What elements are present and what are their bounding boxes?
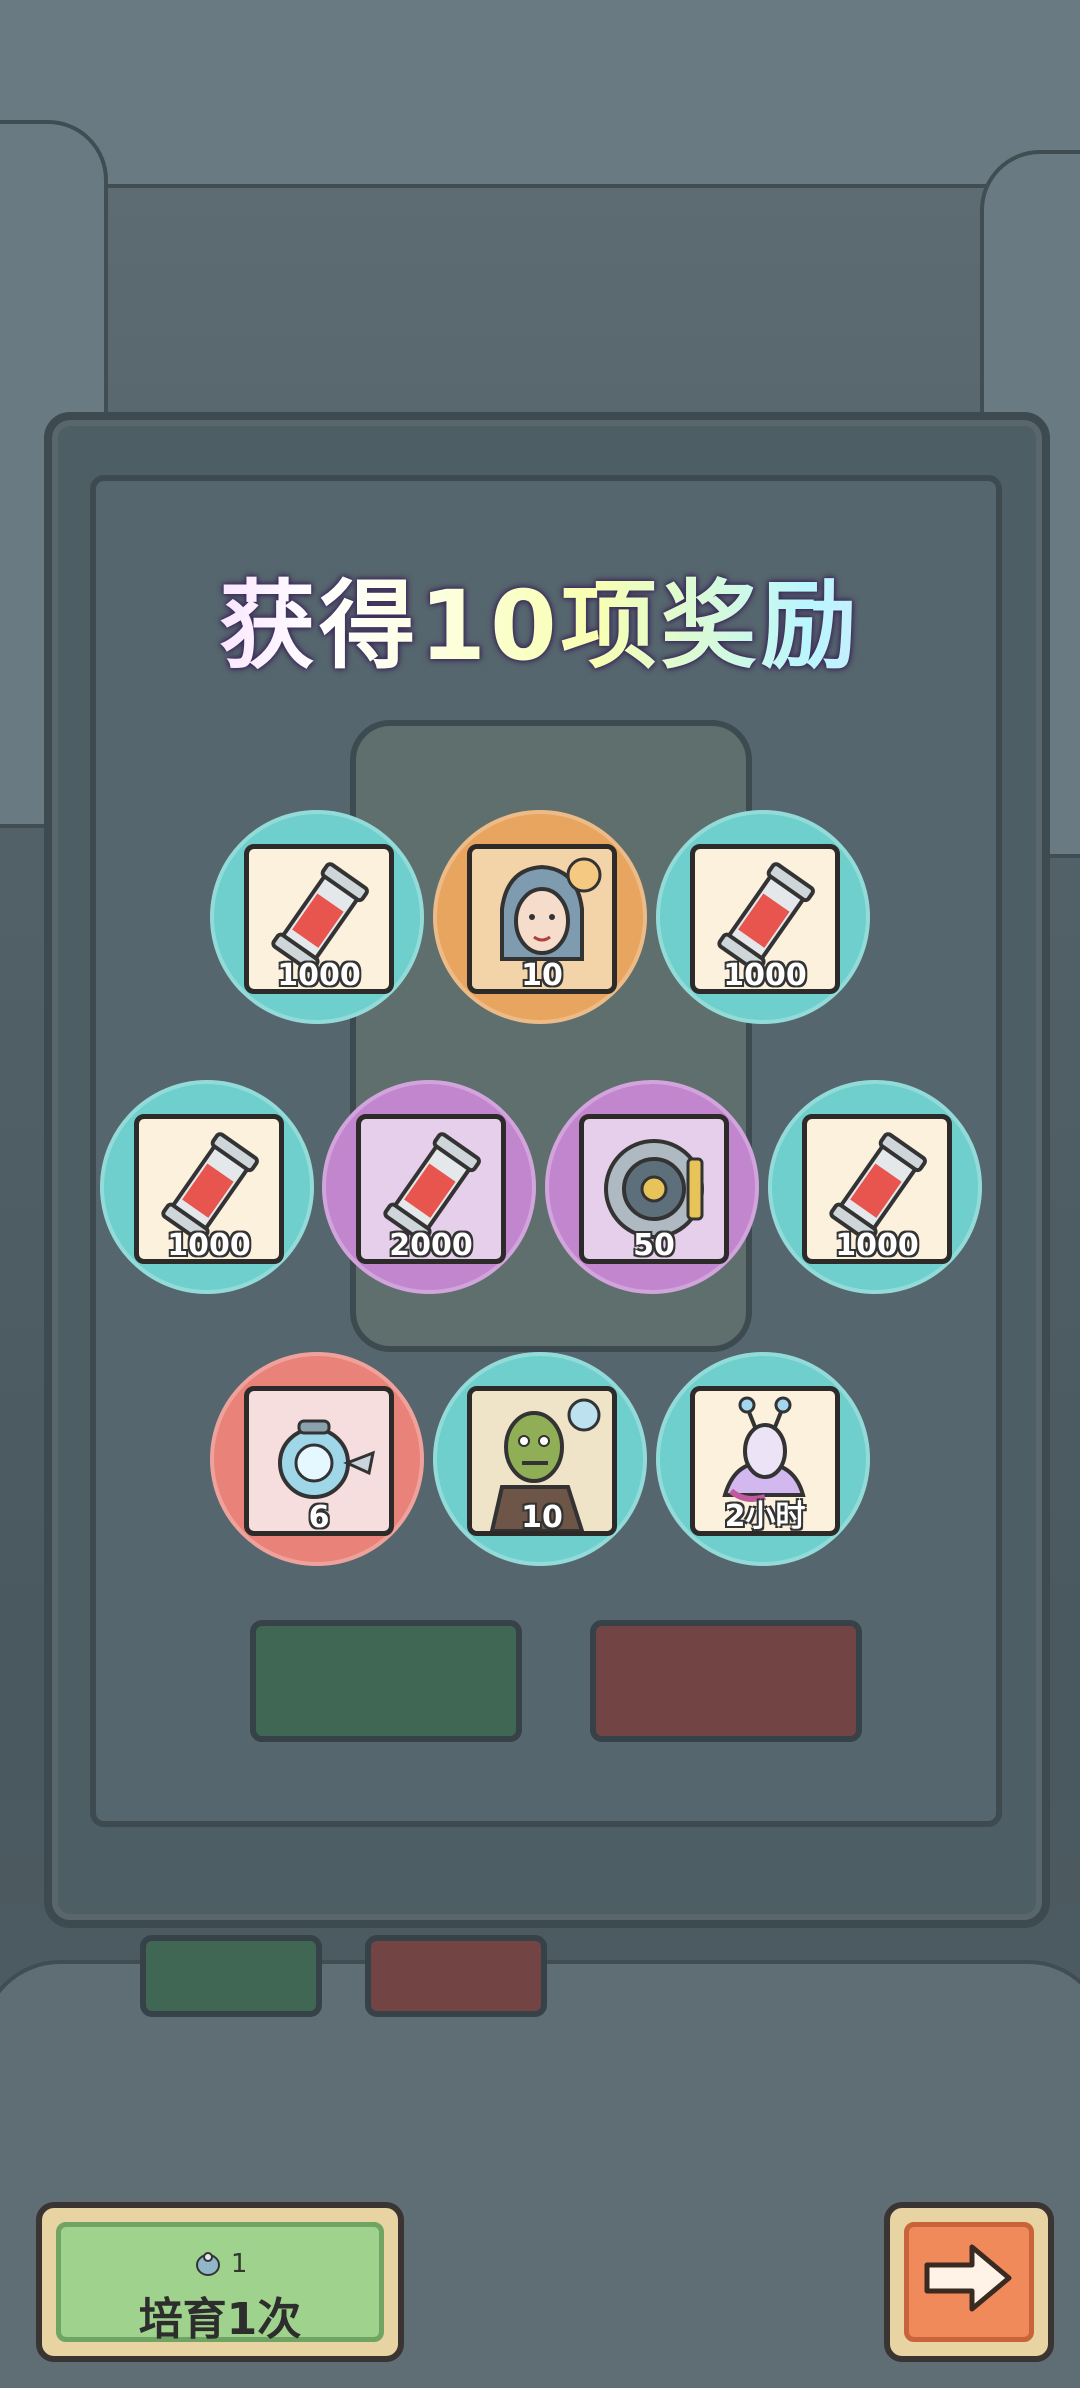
reward-item[interactable]: 50 bbox=[545, 1080, 759, 1294]
reward-count: 2000 bbox=[389, 1228, 473, 1263]
breed-once-button[interactable]: 1 培育1次 bbox=[36, 2202, 404, 2362]
egg-cost-icon bbox=[195, 2252, 220, 2276]
reward-card: 2小时 bbox=[690, 1386, 840, 1536]
reward-card: 6 bbox=[244, 1386, 394, 1536]
breed-cost-value: 1 bbox=[230, 2249, 248, 2279]
next-button-face bbox=[904, 2222, 1034, 2342]
reward-count: 1000 bbox=[723, 958, 807, 993]
reward-count: 6 bbox=[308, 1500, 330, 1535]
reward-item[interactable]: 10 bbox=[433, 810, 647, 1024]
reward-card: 1000 bbox=[802, 1114, 952, 1264]
reward-count: 10 bbox=[521, 1500, 563, 1535]
reward-card: 1000 bbox=[690, 844, 840, 994]
reward-item[interactable]: 1000 bbox=[210, 810, 424, 1024]
reward-count: 2小时 bbox=[724, 1499, 806, 1534]
reward-item[interactable]: 1000 bbox=[100, 1080, 314, 1294]
reward-card: 2000 bbox=[356, 1114, 506, 1264]
breed-once-label: 培育1次 bbox=[138, 2294, 302, 2345]
reward-count: 1000 bbox=[277, 958, 361, 993]
breed-button-face: 1 培育1次 bbox=[56, 2222, 384, 2345]
reward-item[interactable]: 6 bbox=[210, 1352, 424, 1566]
reward-card: 50 bbox=[579, 1114, 729, 1264]
arrow-right-icon bbox=[924, 2244, 1012, 2312]
reward-count: 1000 bbox=[167, 1228, 251, 1263]
reward-card: 1000 bbox=[244, 844, 394, 994]
reward-item[interactable]: 1000 bbox=[656, 810, 870, 1024]
reward-title: 获得10项奖励 bbox=[0, 548, 1080, 687]
reward-card: 1000 bbox=[134, 1114, 284, 1264]
reward-count: 50 bbox=[633, 1228, 675, 1263]
reward-item[interactable]: 2小时 bbox=[656, 1352, 870, 1566]
reward-card: 10 bbox=[467, 1386, 617, 1536]
next-button[interactable] bbox=[884, 2202, 1054, 2362]
reward-item[interactable]: 10 bbox=[433, 1352, 647, 1566]
reward-card: 10 bbox=[467, 844, 617, 994]
reward-count: 10 bbox=[521, 958, 563, 993]
reward-count: 1000 bbox=[835, 1228, 919, 1263]
breed-cost: 1 bbox=[61, 2249, 379, 2279]
reward-item[interactable]: 1000 bbox=[768, 1080, 982, 1294]
reward-item[interactable]: 2000 bbox=[322, 1080, 536, 1294]
